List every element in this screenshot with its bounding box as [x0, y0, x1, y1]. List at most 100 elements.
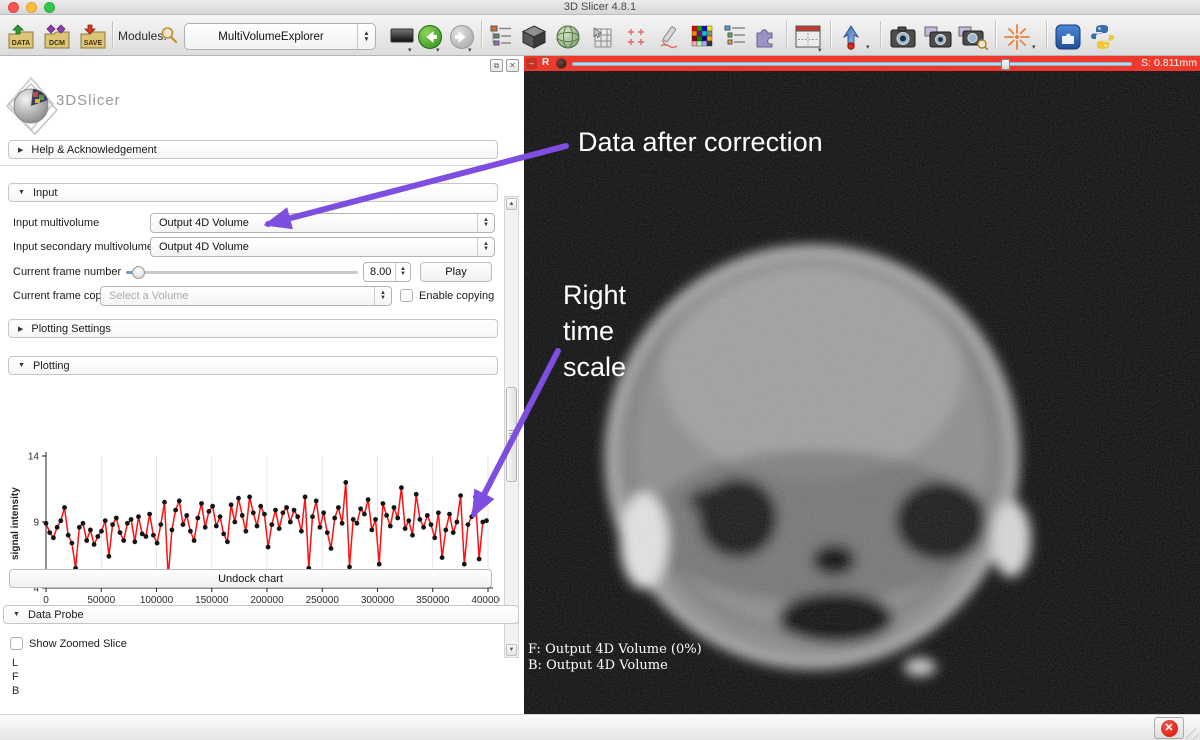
- panel-scrollbar[interactable]: ▲ ▼: [504, 196, 519, 658]
- module-list-icon[interactable]: [489, 24, 513, 48]
- python-console-icon[interactable]: [1089, 24, 1116, 50]
- enable-copying-checkbox[interactable]: [400, 289, 413, 302]
- input-secondary-value: Output 4D Volume: [151, 241, 477, 253]
- module-selector-arrows-icon: ▲▼: [357, 24, 375, 49]
- save-icon[interactable]: SAVE: [78, 22, 108, 52]
- module-forward-caret-icon[interactable]: ▾: [468, 46, 472, 54]
- main-toolbar: DATA DCM SAVE Modules: MultiVolumeExplor…: [0, 15, 1200, 56]
- zoom-window-icon[interactable]: [44, 2, 55, 13]
- slice-orientation-label: R: [542, 57, 549, 68]
- svg-text:9: 9: [33, 518, 39, 529]
- screenshot-icon[interactable]: [890, 26, 916, 48]
- scene-view-icon[interactable]: [924, 26, 952, 48]
- mouse-mode-icon[interactable]: [840, 24, 862, 50]
- show-zoomed-slice-checkbox[interactable]: [10, 637, 23, 650]
- load-data-icon[interactable]: DATA: [6, 22, 36, 52]
- minimize-window-icon[interactable]: [26, 2, 37, 13]
- slice-menu-icon[interactable]: [556, 58, 567, 69]
- scene-view-restore-icon[interactable]: [958, 26, 988, 50]
- scroll-up-icon[interactable]: ▲: [506, 198, 517, 210]
- section-plotting[interactable]: ▼ Plotting: [8, 356, 498, 375]
- input-secondary-label: Input secondary multivolume: [13, 237, 153, 257]
- module-history-icon[interactable]: [390, 28, 414, 44]
- frame-slider-handle[interactable]: [132, 266, 145, 279]
- current-frame-copy-label: Current frame copy: [13, 286, 107, 306]
- error-log-button[interactable]: ✕: [1154, 717, 1184, 739]
- section-data-probe[interactable]: ▼ Data Probe: [3, 605, 519, 624]
- undock-chart-button[interactable]: Undock chart: [9, 569, 492, 588]
- extension-manager-icon[interactable]: [1055, 24, 1081, 50]
- slice-offset-handle[interactable]: [1001, 59, 1010, 70]
- transforms-icon[interactable]: [591, 25, 615, 49]
- mri-slice-image[interactable]: [524, 71, 1200, 714]
- mouse-mode-caret-icon[interactable]: ▾: [866, 43, 870, 51]
- spinbox-arrows-icon[interactable]: ▲▼: [395, 263, 410, 281]
- section-label: Input: [33, 187, 57, 199]
- module-search-icon[interactable]: [160, 26, 178, 44]
- section-help-acknowledgement[interactable]: ▶ Help & Acknowledgement: [8, 140, 498, 159]
- module-history-caret-icon[interactable]: ▾: [408, 46, 412, 54]
- scrollbar-thumb[interactable]: [506, 387, 517, 482]
- section-label: Plotting Settings: [31, 323, 111, 335]
- models-icon[interactable]: [555, 24, 581, 50]
- module-panel: ⧉ ✕ 3DSlicer ▶ Help & Acknowledgement ▼ …: [0, 56, 524, 714]
- slicer-logo-icon: [2, 74, 60, 136]
- crosshair-icon[interactable]: [1004, 24, 1030, 50]
- chart-ylabel: signal intensity: [10, 464, 24, 584]
- input-secondary-combo[interactable]: Output 4D Volume ▲▼: [150, 237, 495, 257]
- extensions-icon[interactable]: [753, 24, 777, 48]
- section-label: Data Probe: [28, 609, 84, 621]
- slicer-logo-text: 3DSlicer: [56, 92, 121, 109]
- toolbar-separator: [1046, 21, 1047, 49]
- annotations-ruler-icon[interactable]: [657, 25, 681, 49]
- expanded-triangle-icon: ▼: [18, 189, 25, 196]
- layout-caret-icon[interactable]: ▾: [818, 46, 822, 54]
- toolbar-separator: [481, 21, 482, 49]
- module-finder-icon[interactable]: [723, 24, 747, 48]
- svg-text:14: 14: [28, 452, 40, 463]
- collapsed-triangle-icon: ▶: [18, 325, 23, 333]
- slice-offset-value: S: 0.811mm: [1141, 57, 1197, 69]
- svg-text:DATA: DATA: [12, 40, 30, 47]
- show-zoomed-slice-label: Show Zoomed Slice: [29, 634, 127, 654]
- current-frame-label: Current frame number: [13, 262, 121, 282]
- panel-close-icon[interactable]: ✕: [506, 59, 519, 72]
- module-selector[interactable]: MultiVolumeExplorer ▲▼: [184, 23, 376, 50]
- volume-rendering-icon[interactable]: [521, 24, 547, 50]
- close-window-icon[interactable]: [8, 2, 19, 13]
- panel-float-icon[interactable]: ⧉: [490, 59, 503, 72]
- svg-text:DCM: DCM: [49, 40, 65, 47]
- combo-arrows-icon: ▲▼: [374, 287, 391, 305]
- combo-arrows-icon: ▲▼: [477, 214, 494, 232]
- intensity-chart[interactable]: 4914050000100000150000200000250000300000…: [8, 448, 500, 618]
- background-volume-label: B: Output 4D Volume: [528, 658, 702, 674]
- collapsed-triangle-icon: ▶: [18, 146, 23, 154]
- frame-number-value: 8.00: [364, 266, 395, 278]
- resize-grip-icon[interactable]: [1192, 734, 1199, 740]
- play-button[interactable]: Play: [420, 262, 492, 282]
- frame-slider-groove[interactable]: [126, 271, 358, 274]
- probe-row-f: F: [12, 671, 19, 683]
- input-multivolume-combo[interactable]: Output 4D Volume ▲▼: [150, 213, 495, 233]
- frame-copy-combo[interactable]: Select a Volume ▲▼: [100, 286, 392, 306]
- scroll-down-icon[interactable]: ▼: [506, 644, 517, 656]
- crosshair-caret-icon[interactable]: ▾: [1032, 43, 1036, 51]
- toolbar-separator: [880, 21, 881, 49]
- toolbar-separator: [112, 21, 113, 49]
- slice-offset-slider[interactable]: [572, 62, 1132, 66]
- slice-collapse-icon[interactable]: –: [526, 58, 537, 69]
- enable-copying-label: Enable copying: [419, 286, 494, 306]
- markups-icon[interactable]: [625, 25, 649, 49]
- module-selector-value: MultiVolumeExplorer: [185, 31, 357, 43]
- load-dicom-icon[interactable]: DCM: [42, 22, 72, 52]
- annotation-right-time-scale: Right time scale: [563, 277, 626, 385]
- expanded-triangle-icon: ▼: [18, 362, 25, 369]
- module-back-caret-icon[interactable]: ▾: [436, 46, 440, 54]
- toolbar-separator: [995, 21, 996, 49]
- section-plotting-settings[interactable]: ▶ Plotting Settings: [8, 319, 498, 338]
- frame-number-spinbox[interactable]: 8.00 ▲▼: [363, 262, 411, 282]
- colors-icon[interactable]: [691, 25, 713, 49]
- slice-corner-annotation: F: Output 4D Volume (0%) B: Output 4D Vo…: [528, 642, 702, 674]
- section-label: Plotting: [33, 360, 70, 372]
- section-input[interactable]: ▼ Input: [8, 183, 498, 202]
